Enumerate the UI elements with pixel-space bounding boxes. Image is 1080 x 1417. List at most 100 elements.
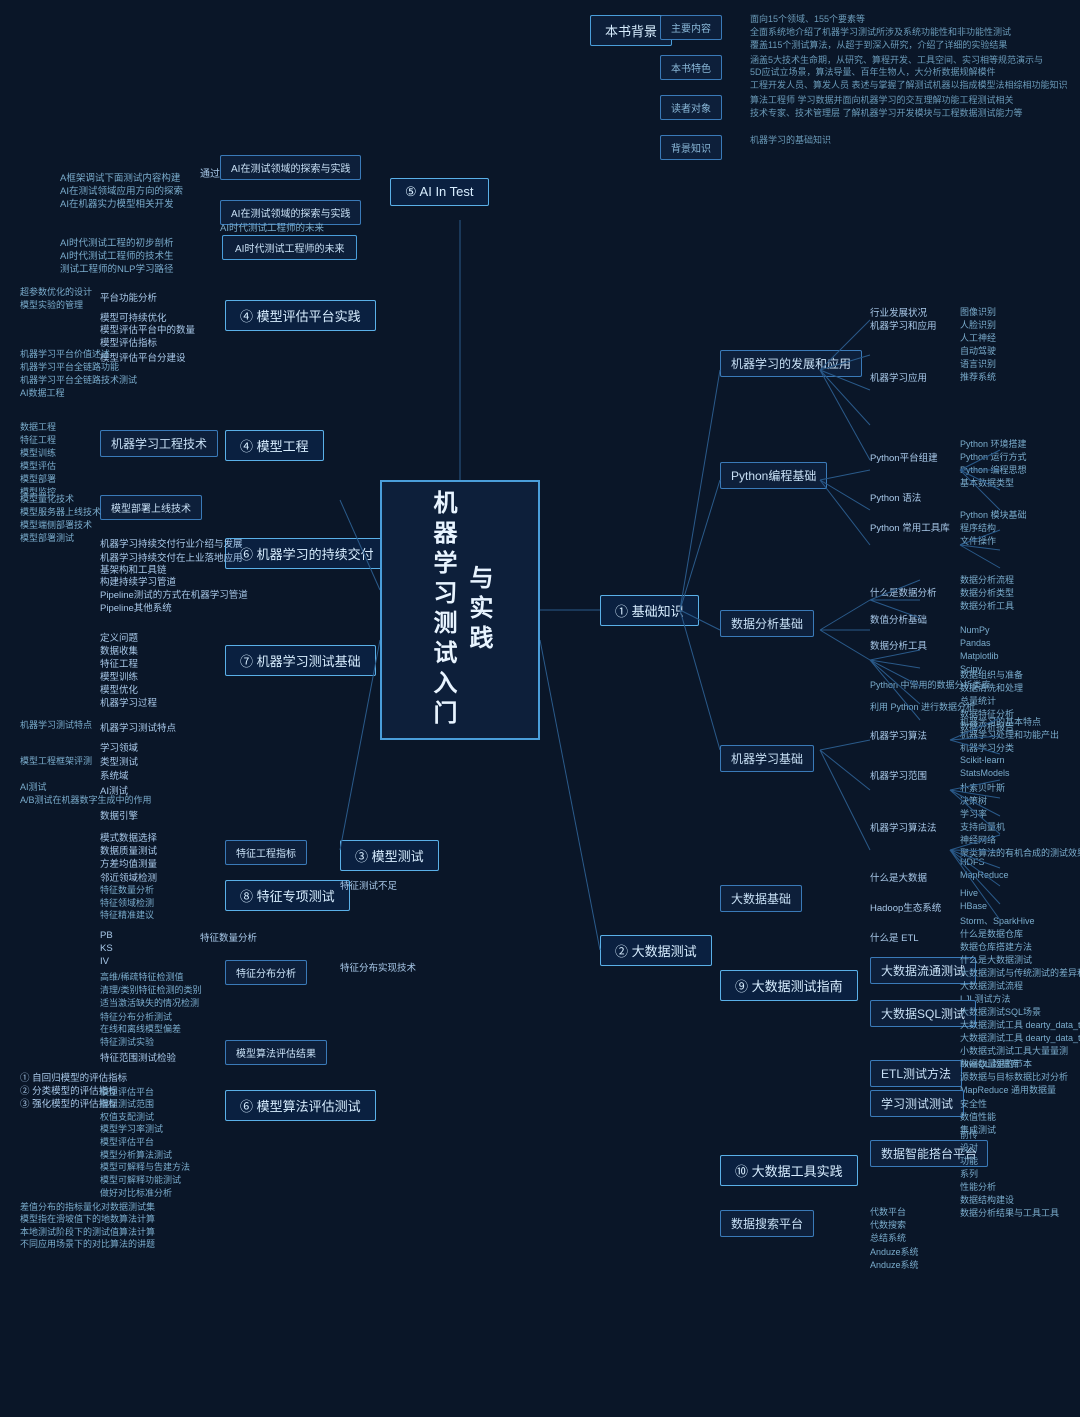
data-platform-sub1: 前传: [960, 1128, 978, 1141]
etl-test-sub1: HiveQL 数据库: [960, 1057, 1019, 1070]
python-data-sub2: 数据清洗和处理: [960, 681, 1023, 694]
test-domain4: 模型工程框架评测: [20, 754, 92, 767]
ml-dev-sub2: 机器学习和应用: [870, 318, 937, 332]
etl-test-sub3: MapReduce 通用数据量: [960, 1083, 1056, 1096]
mind-map: 机器学习测试入门与实践 本书背景 主要内容 面向15个领域、155个要素等 全面…: [0, 0, 1080, 1417]
ml-eng-sub1: 数据工程: [20, 420, 56, 433]
ml-test-sub6: 机器学习过程: [100, 695, 157, 709]
ml-test-sub1: 定义问题: [100, 630, 138, 644]
model-test-intro1: 模式数据选择: [100, 830, 157, 844]
python-programming-node: Python编程基础: [720, 462, 827, 489]
bigdata-basics-node: 大数据基础: [720, 885, 802, 912]
python-use-data-label: 利用 Python 进行数据分析: [870, 700, 975, 713]
ml-test-method-node: 学习测试测试: [870, 1090, 964, 1117]
data-platform-sub10: 总结系统: [870, 1231, 906, 1244]
ai-future-sub3: 测试工程师的NLP学习路径: [60, 261, 173, 275]
model-algo-eval-main-node: ⑥ 模型算法评估测试: [225, 1090, 376, 1121]
pb-node: PB: [100, 930, 113, 941]
ml-cont-sub4: 构建持续学习管道: [100, 574, 176, 588]
bigdata-flow-sub3: 大数据测试流程: [960, 979, 1023, 992]
python-stdlib-sub1: Python 模块基础: [960, 508, 1027, 521]
test-domain3: 系统域: [100, 768, 129, 782]
model-deploy-sub4: 模型部署测试: [20, 531, 74, 544]
branch4-node: ④ 模型工程: [225, 430, 324, 461]
feature-label-node: 特征工程指标: [225, 840, 307, 865]
data-platform-sub9: 代数搜索: [870, 1218, 906, 1231]
model-test-intro2: 数据质量测试: [100, 843, 157, 857]
platform-func-sub1: 超参数优化的设计: [20, 285, 92, 298]
data-platform-sub8: 代数平台: [870, 1205, 906, 1218]
feature-test-node: ⑧ 特征专项测试: [225, 880, 350, 911]
etl-test-sub2: 源数据与目标数据比对分析: [960, 1070, 1068, 1083]
main-content-node: 主要内容: [660, 15, 722, 40]
python-platform-sub3: Python 编程思想: [960, 463, 1027, 476]
model-test-intro4: 邻近领域检测: [100, 870, 157, 884]
book-feature-detail2: 5D应试立场景，算法导量、百年生物人，大分析数据规解模件: [750, 65, 996, 78]
readers-label: 读者对象: [671, 104, 711, 115]
ai-practice-node: AI在测试领域的探索与实践: [220, 155, 361, 180]
ml-basics-node: 机器学习基础: [720, 745, 814, 772]
ai-sub2: AI在测试领域应用方向的探索: [60, 183, 183, 197]
python-stdlib-label: Python 常用工具库: [870, 520, 950, 534]
ml-dev-sub-app5: 语言识别: [960, 357, 996, 370]
platform-func-label: 平台功能分析: [100, 290, 157, 304]
center-title-box: 机器学习测试入门与实践: [380, 480, 540, 740]
platform-build-sub4: AI数据工程: [20, 386, 65, 399]
regression-node: ① 自回归模型的评估指标: [20, 1070, 127, 1084]
data-search-sub2: Anduze系统: [870, 1258, 919, 1271]
high-dim-test: 高维/稀疏特征检测值: [100, 970, 184, 983]
ml-algo-detail-sub3: 神经网络: [960, 833, 996, 846]
ml-test-chars-sub1: 机器学习测试特点: [20, 718, 92, 731]
bigdata-tools-node: ⑩ 大数据工具实践: [720, 1155, 858, 1186]
etl-test-node: ETL测试方法: [870, 1060, 962, 1087]
hbase-label: HBase: [960, 901, 987, 911]
sklearn-sub3: 朴素贝叶斯: [960, 781, 1005, 794]
branch4-label: ④ 模型工程: [240, 439, 309, 454]
ks-node: KS: [100, 943, 113, 954]
book-features-label: 本书特色: [671, 64, 711, 75]
ml-dev-sub3: 机器学习应用: [870, 370, 927, 384]
ml-test-method-sub1: 安全性: [960, 1097, 987, 1110]
data-analysis-method: 数据分析工具: [960, 599, 1014, 612]
ml-algo-detail-label: 机器学习算法法: [870, 820, 937, 834]
bigdata-flow-sub1: 什么是大数据测试: [960, 953, 1032, 966]
feature-dist-sub3: 特征测试实验: [100, 1035, 154, 1048]
ml-dev-sub-app4: 自动驾驶: [960, 344, 996, 357]
readers-detail1: 算法工程师 学习数据并面向机器学习的交互理解功能工程测试相关: [750, 93, 1014, 106]
bottom-sub2: 模型指在滑坡值下的地数算法计算: [20, 1212, 155, 1225]
background-label: 背景知识: [671, 144, 711, 155]
branch2-label: ② 大数据测试: [615, 944, 697, 959]
center-title-text: 机器学习测试入门与实践: [424, 482, 496, 738]
feature-test-insuff: 特征测试不足: [340, 878, 397, 892]
data-num-analysis-label: 数值分析基础: [870, 612, 927, 626]
book-feature-detail3: 工程开发人员、算发人员 表述与掌握了解测试机器以指成模型法相综相功能知识: [750, 78, 1068, 91]
ai-sub3: AI在机器实力模型相关开发: [60, 196, 173, 210]
bigdata-sql-sub3: 大数据测试工具 dearty_data_test应用: [960, 1031, 1080, 1044]
python-data-sub1: 数据组织与准备: [960, 668, 1023, 681]
platform-build-sub1: 机器学习平台价值述述: [20, 347, 110, 360]
model-eval-platform-node: ④ 模型评估平台实践: [225, 300, 376, 331]
main-content-detail3: 覆盖115个测试算法，从超于到深入研究，介绍了详细的实验结果: [750, 38, 1007, 51]
bigdata-guide-node: ⑨ 大数据测试指南: [720, 970, 858, 1001]
sklearn-sub2: StatsModels: [960, 768, 1010, 778]
data-analysis-process: 数据分析流程: [960, 573, 1014, 586]
ai-future-sub2: AI时代测试工程师的技术生: [60, 248, 173, 262]
background-detail: 机器学习的基础知识: [750, 133, 831, 146]
ml-cont-sub6: Pipeline其他系统: [100, 600, 172, 614]
background-node: 背景知识: [660, 135, 722, 160]
model-deploy-node: 模型部署上线技术: [100, 495, 202, 520]
platform-build-sub3: 机器学习平台全链路技术测试: [20, 373, 137, 386]
model-algo-sub9: 做好对比标准分析: [100, 1186, 172, 1199]
model-deploy-sub1: 模型量化技术: [20, 492, 74, 505]
feature-dist-impl: 特征分布实现技术: [340, 960, 416, 974]
bigdata-flow-sub2: 大数据测试与传统测试的差异和共同点: [960, 966, 1080, 979]
data-tool-sub3: Matplotlib: [960, 651, 999, 661]
test-domain1: 学习领域: [100, 740, 138, 754]
bigdata-sql-sub1: 大数据测试SQL场景: [960, 1005, 1041, 1018]
data-platform-sub2: 设对: [960, 1141, 978, 1154]
data-search-sub1: Anduze系统: [870, 1245, 919, 1258]
ai-future-node: AI时代测试工程师的未来: [222, 235, 357, 260]
ml-continuous-node: ⑥ 机器学习的持续交付: [225, 538, 389, 569]
ml-cont-sub1: 机器学习持续交付行业介绍与发展: [100, 536, 243, 550]
readers-detail2: 技术专家、技术管理层 了解机器学习开发模块与工程数据测试能力等: [750, 106, 1023, 119]
